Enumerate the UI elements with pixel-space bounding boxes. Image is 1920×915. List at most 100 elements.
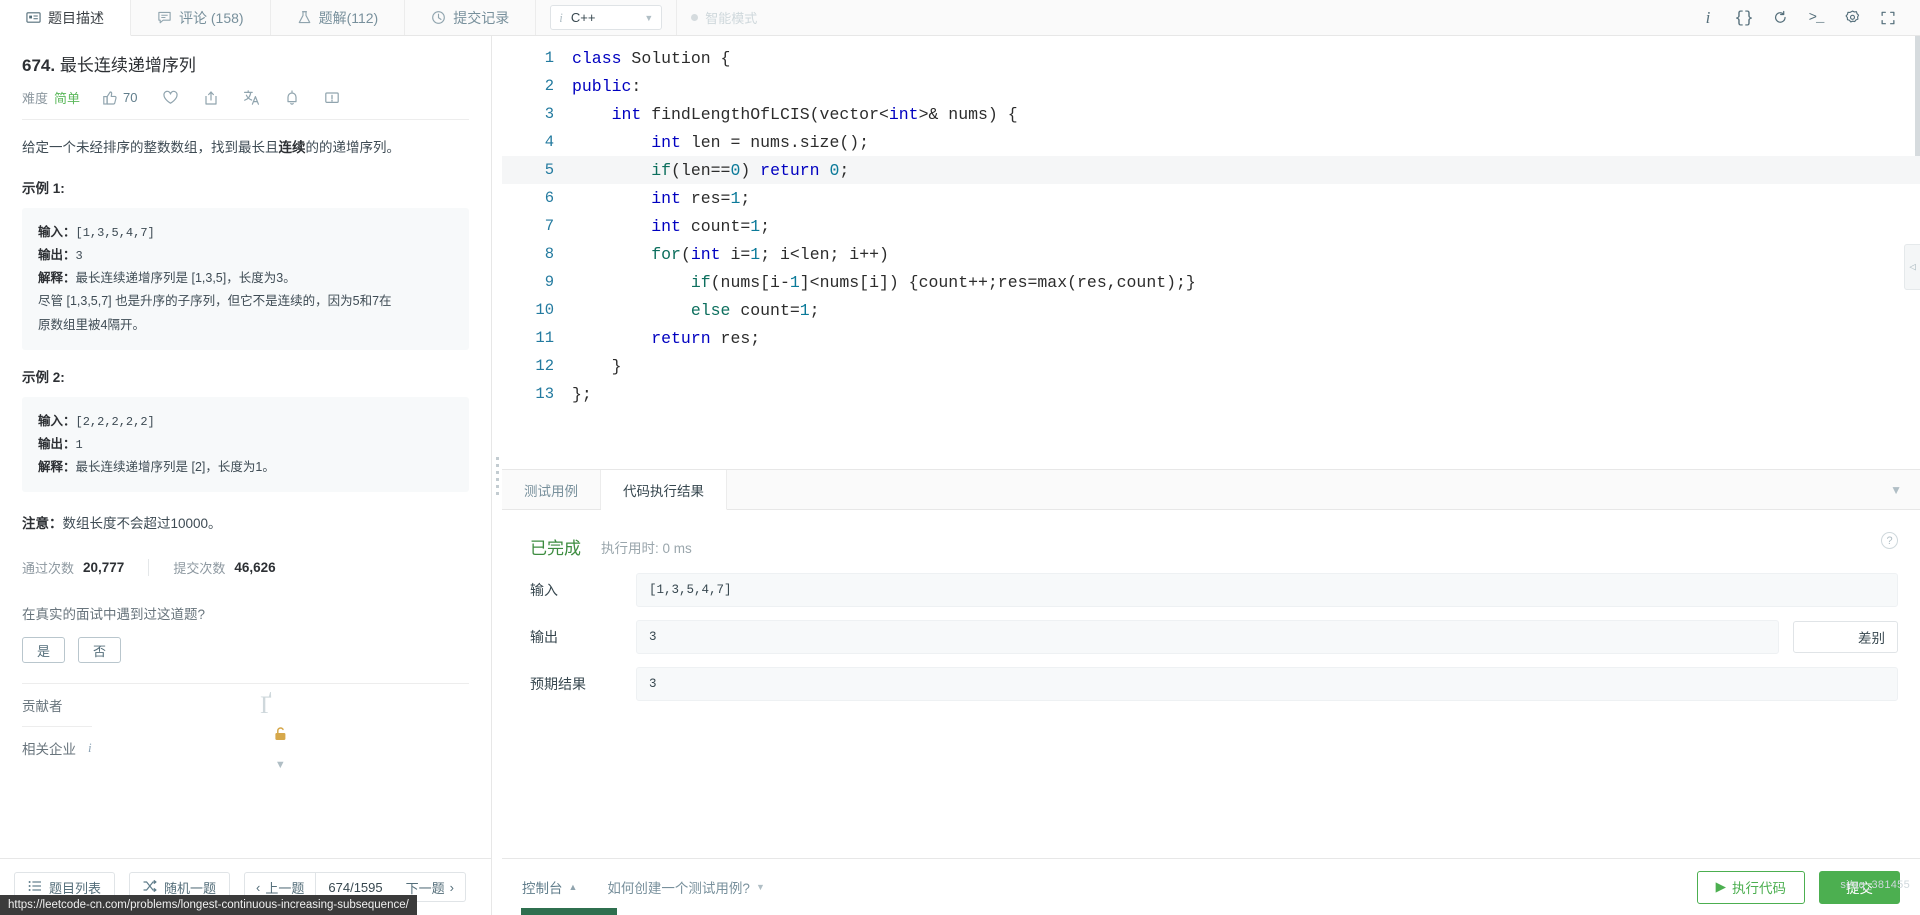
collapse-results-icon[interactable]: ▼	[1872, 470, 1920, 509]
code-line: 5 if(len==0) return 0;	[502, 156, 1920, 184]
bell-icon[interactable]	[284, 89, 300, 106]
code-line-text: int count=1;	[651, 216, 771, 236]
prev-problem-label: 上一题	[265, 880, 305, 896]
accepted-label: 通过次数	[22, 561, 75, 577]
panel-splitter[interactable]	[492, 36, 502, 915]
example-line: 输入：[1,3,5,4,7]	[38, 221, 453, 244]
code-line: 12 }	[502, 352, 1920, 380]
line-number: 5	[544, 161, 554, 179]
reset-icon[interactable]	[1762, 0, 1798, 36]
smart-mode-toggle[interactable]: 智能模式	[676, 0, 771, 35]
flask-icon	[297, 10, 312, 25]
submitted-label: 提交次数	[173, 561, 226, 577]
content-tabs: 题目描述 评论 (158) 题解(112) 提交记录	[0, 0, 537, 36]
console-toggle[interactable]: 控制台 ▲	[522, 877, 577, 897]
status-badge: 已完成	[530, 539, 581, 558]
top-toolbar: 题目描述 评论 (158) 题解(112) 提交记录 i C++ ▼ 智能模式 …	[0, 0, 1920, 36]
line-number: 6	[544, 189, 554, 207]
run-code-label: 执行代码	[1732, 881, 1786, 896]
share-icon[interactable]	[203, 90, 219, 106]
fullscreen-icon[interactable]	[1870, 0, 1906, 36]
settings-gear-icon[interactable]	[1834, 0, 1870, 36]
example-2-heading: 示例 2:	[22, 369, 65, 385]
output-row: 输出 3 差别	[524, 620, 1898, 654]
example-line-value: 最长连续递增序列是 [2]，长度为1。	[75, 460, 275, 475]
tab-comments[interactable]: 评论 (158)	[131, 0, 271, 35]
code-line: 8 for(int i=1; i<len; i++)	[502, 240, 1920, 268]
chevron-up-icon: ▲	[568, 882, 578, 892]
translate-icon[interactable]	[243, 89, 260, 106]
shuffle-icon	[143, 879, 157, 896]
main-split: 674. 最长连续递增序列 难度 简单 70 给定一个未经排序的整数数组，找到最…	[0, 36, 1920, 915]
problem-list-label: 题目列表	[49, 880, 102, 896]
thumbs-up-icon[interactable]: 70	[102, 90, 138, 106]
example-line-value: 1	[75, 437, 83, 452]
code-line: 13};	[502, 380, 1920, 408]
code-line-text: int len = nums.size();	[651, 132, 870, 152]
tab-description[interactable]: 题目描述	[0, 0, 131, 36]
contributor-avatar: Ґ	[260, 691, 272, 719]
leetcode-problem-page: 题目描述 评论 (158) 题解(112) 提交记录 i C++ ▼ 智能模式 …	[0, 0, 1920, 915]
tab-submissions[interactable]: 提交记录	[405, 0, 537, 35]
line-number: 13	[535, 385, 554, 403]
code-line: 9 if(nums[i-1]<nums[i]) {count++;res=max…	[502, 268, 1920, 296]
problem-note: 注意：数组长度不会超过10000。	[22, 512, 469, 532]
chevron-down-icon[interactable]: ▼	[275, 759, 286, 771]
code-line-text: }	[572, 356, 622, 376]
difficulty-value: 简单	[54, 91, 81, 106]
line-number: 7	[544, 217, 554, 235]
input-row: 输入 [1,3,5,4,7]	[524, 573, 1898, 607]
input-value[interactable]: [1,3,5,4,7]	[636, 573, 1898, 607]
console-icon[interactable]: >_	[1798, 0, 1834, 36]
heart-icon[interactable]	[162, 89, 179, 106]
note-key: 注意：	[22, 516, 63, 532]
run-status-row: 已完成 执行用时: 0 ms	[524, 528, 1898, 573]
format-braces-icon[interactable]: {}	[1726, 0, 1762, 36]
tab-comments-label: 评论 (158)	[179, 9, 244, 26]
question-meta-row: 难度 简单 70	[22, 80, 469, 120]
example-line-key: 输出：	[38, 248, 76, 263]
tab-submissions-label: 提交记录	[453, 9, 510, 26]
code-line: 6 int res=1;	[502, 184, 1920, 212]
code-editor[interactable]: 1 class Solution {2 public: 3 int findLengt…	[502, 36, 1920, 469]
code-line-text: if(len==0) return 0;	[651, 160, 850, 180]
tab-run-result[interactable]: 代码执行结果	[601, 470, 727, 510]
code-line: 3 int findLengthOfLCIS(vector<int>& nums…	[502, 100, 1920, 128]
run-code-button[interactable]: ▶ 执行代码	[1696, 870, 1805, 904]
example-2-box: 输入：[2,2,2,2,2] 输出：1 解释：最长连续递增序列是 [2]，长度为…	[22, 396, 469, 493]
editor-tools: i {} >_	[1690, 0, 1920, 35]
description-post: 的的递增序列。	[305, 140, 401, 155]
output-value: 3	[636, 620, 1779, 654]
code-line: 7 int count=1;	[502, 212, 1920, 240]
problem-description: 给定一个未经排序的整数数组，找到最长且连续的的递增序列。	[22, 120, 469, 161]
feedback-icon[interactable]	[324, 90, 340, 106]
editor-side-tab[interactable]: ◁	[1904, 244, 1920, 290]
yes-button[interactable]: 是	[22, 637, 65, 664]
help-icon[interactable]: ?	[1881, 532, 1898, 549]
difficulty-label: 难度	[22, 91, 49, 106]
language-select[interactable]: i C++ ▼	[550, 5, 663, 30]
line-number: 10	[535, 301, 554, 319]
example-line-key: 解释：	[38, 271, 76, 286]
code-line-text: int findLengthOfLCIS(vector<int>& nums) …	[611, 104, 1018, 124]
question-number: 674.	[22, 56, 56, 75]
example-1-heading: 示例 1:	[22, 180, 65, 196]
stats-divider	[148, 559, 150, 577]
tab-solutions[interactable]: 题解(112)	[271, 0, 406, 35]
testcase-hint-link[interactable]: 如何创建一个测试用例? ▼	[607, 877, 764, 897]
chevron-down-icon: ▼	[755, 882, 765, 892]
companies-row[interactable]: 相关企业 i ▼	[22, 725, 469, 771]
action-bar: 控制台 ▲ 如何创建一个测试用例? ▼ ▶ 执行代码 提交	[502, 858, 1920, 915]
watermark-text: si/qq_381455	[1840, 879, 1910, 891]
play-icon: ▶	[1715, 879, 1726, 894]
tab-testcase[interactable]: 测试用例	[502, 470, 601, 509]
expected-value: 3	[636, 667, 1898, 701]
likes-count: 70	[123, 90, 138, 105]
info-icon[interactable]: i	[1690, 0, 1726, 36]
contributors-row[interactable]: 贡献者 Ґ	[22, 683, 469, 726]
splitter-handle-icon	[495, 456, 499, 495]
no-button[interactable]: 否	[78, 637, 121, 664]
diff-toggle[interactable]: 差别	[1793, 621, 1898, 653]
editor-scrollbar[interactable]	[1915, 36, 1920, 156]
results-panel: 测试用例 代码执行结果 ▼ ? 已完成 执行用时: 0 ms 输入 [1,3,5…	[502, 469, 1920, 858]
